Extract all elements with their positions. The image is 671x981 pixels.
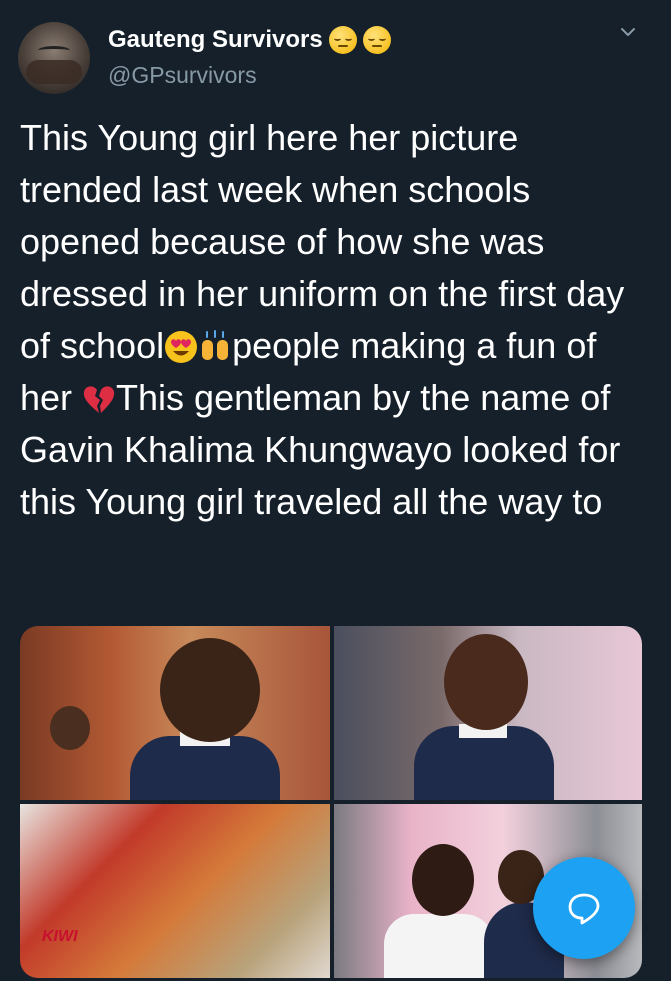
man-shirt xyxy=(384,914,494,978)
chevron-down-icon[interactable] xyxy=(620,24,636,40)
girl-face xyxy=(444,634,528,730)
raising-hands-emoji xyxy=(202,330,229,360)
background-child xyxy=(50,706,90,750)
avatar-hand xyxy=(26,60,82,84)
girl-in-classroom-photo[interactable] xyxy=(20,626,330,800)
heart-eyes-emoji xyxy=(165,331,198,363)
author-avatar[interactable] xyxy=(18,22,90,94)
groceries-photo[interactable]: KIWI xyxy=(20,804,330,978)
reply-bubble-icon xyxy=(568,893,600,925)
author-display-name[interactable]: Gauteng Survivors xyxy=(108,26,323,54)
man-face xyxy=(412,844,474,916)
reply-fab-button[interactable] xyxy=(533,857,635,959)
avatar-eyes xyxy=(38,46,70,55)
tweet-text: This Young girl here her picture trended… xyxy=(20,112,650,528)
relieved-face-emoji xyxy=(362,26,391,54)
author-handle[interactable]: @GPsurvivors xyxy=(108,62,257,89)
broken-heart-emoji xyxy=(83,386,115,413)
author-name-row[interactable]: Gauteng Survivors xyxy=(108,26,391,54)
girl-face xyxy=(160,638,260,742)
girl-in-store-photo[interactable] xyxy=(334,626,642,800)
kiwi-label: KIWI xyxy=(42,928,78,945)
relieved-face-emoji xyxy=(328,26,357,54)
